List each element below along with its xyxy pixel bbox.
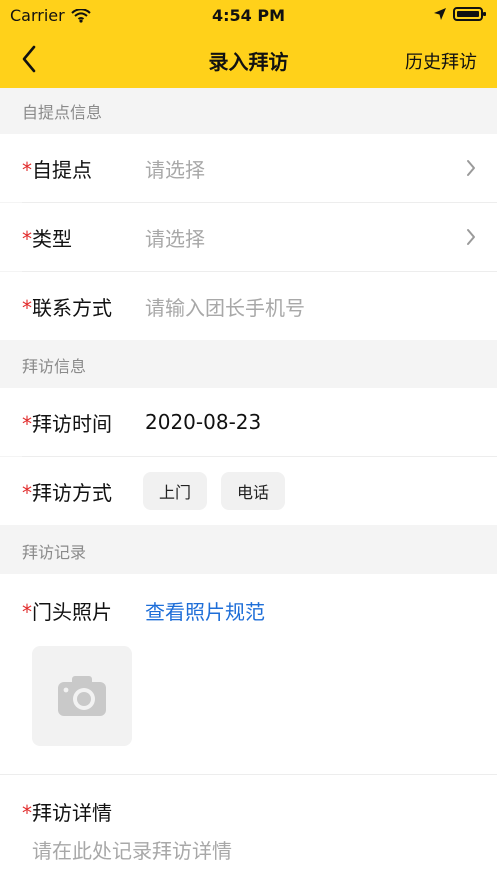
pickup-label: *自提点 [22,154,92,183]
page: Carrier 4:54 PM 录入拜访 历史拜访 自提点信息 *自提点 请选择… [0,0,497,883]
required-mark: * [22,226,32,251]
camera-icon [58,676,106,716]
contact-label-text: 联系方式 [32,295,112,320]
section-pickup-info: 自提点信息 [0,88,497,134]
visit-time-label-text: 拜访时间 [32,411,112,436]
chevron-right-icon [467,160,475,176]
contact-phone-input[interactable]: 请输入团长手机号 [145,292,305,321]
type-label: *类型 [22,223,72,252]
visit-time-value[interactable]: 2020-08-23 [145,410,261,434]
history-visits-button[interactable]: 历史拜访 [405,48,477,74]
battery-icon [453,7,486,21]
status-time: 4:54 PM [211,6,285,25]
visit-details-textarea[interactable]: 请在此处记录拜访详情 [32,835,232,864]
type-label-text: 类型 [32,226,72,251]
header: Carrier 4:54 PM 录入拜访 历史拜访 [0,0,497,88]
section-visit-record: 拜访记录 [0,528,497,574]
contact-row[interactable]: *联系方式 请输入团长手机号 [0,272,497,340]
visit-method-row: *拜访方式 上门 电话 [0,457,497,525]
required-mark: * [22,157,32,182]
status-bar: Carrier 4:54 PM [0,0,497,30]
required-mark: * [22,600,32,624]
type-row[interactable]: *类型 请选择 [0,203,497,271]
pickup-select[interactable]: 请选择 [145,154,205,183]
chevron-right-icon [467,229,475,245]
required-mark: * [22,411,32,436]
location-arrow-icon [434,8,446,20]
visit-time-row[interactable]: *拜访时间 2020-08-23 [0,388,497,456]
pickup-row[interactable]: *自提点 请选择 [0,134,497,202]
visit-details-label-text: 拜访详情 [32,801,112,825]
visit-method-phone-button[interactable]: 电话 [221,472,286,510]
door-photo-label-text: 门头照片 [32,600,112,624]
navbar: 录入拜访 历史拜访 [0,30,497,88]
visit-method-label: *拜访方式 [22,477,112,506]
visit-time-label: *拜访时间 [22,408,112,437]
contact-label: *联系方式 [22,292,112,321]
door-photo-label: *门头照片 [22,596,112,625]
visit-method-label-text: 拜访方式 [32,480,112,505]
required-mark: * [22,295,32,320]
pickup-label-text: 自提点 [32,157,92,182]
required-mark: * [22,480,32,505]
visit-details-card: *拜访详情 请在此处记录拜访详情 [0,775,497,883]
photo-guidelines-link[interactable]: 查看照片规范 [145,596,265,625]
door-photo-card: *门头照片 查看照片规范 [0,574,497,774]
add-photo-button[interactable] [32,646,132,746]
visit-method-door-button[interactable]: 上门 [143,472,208,510]
required-mark: * [22,801,32,825]
type-select[interactable]: 请选择 [145,223,205,252]
status-right [433,6,487,22]
section-visit-info: 拜访信息 [0,342,497,388]
visit-details-label: *拜访详情 [22,797,112,826]
